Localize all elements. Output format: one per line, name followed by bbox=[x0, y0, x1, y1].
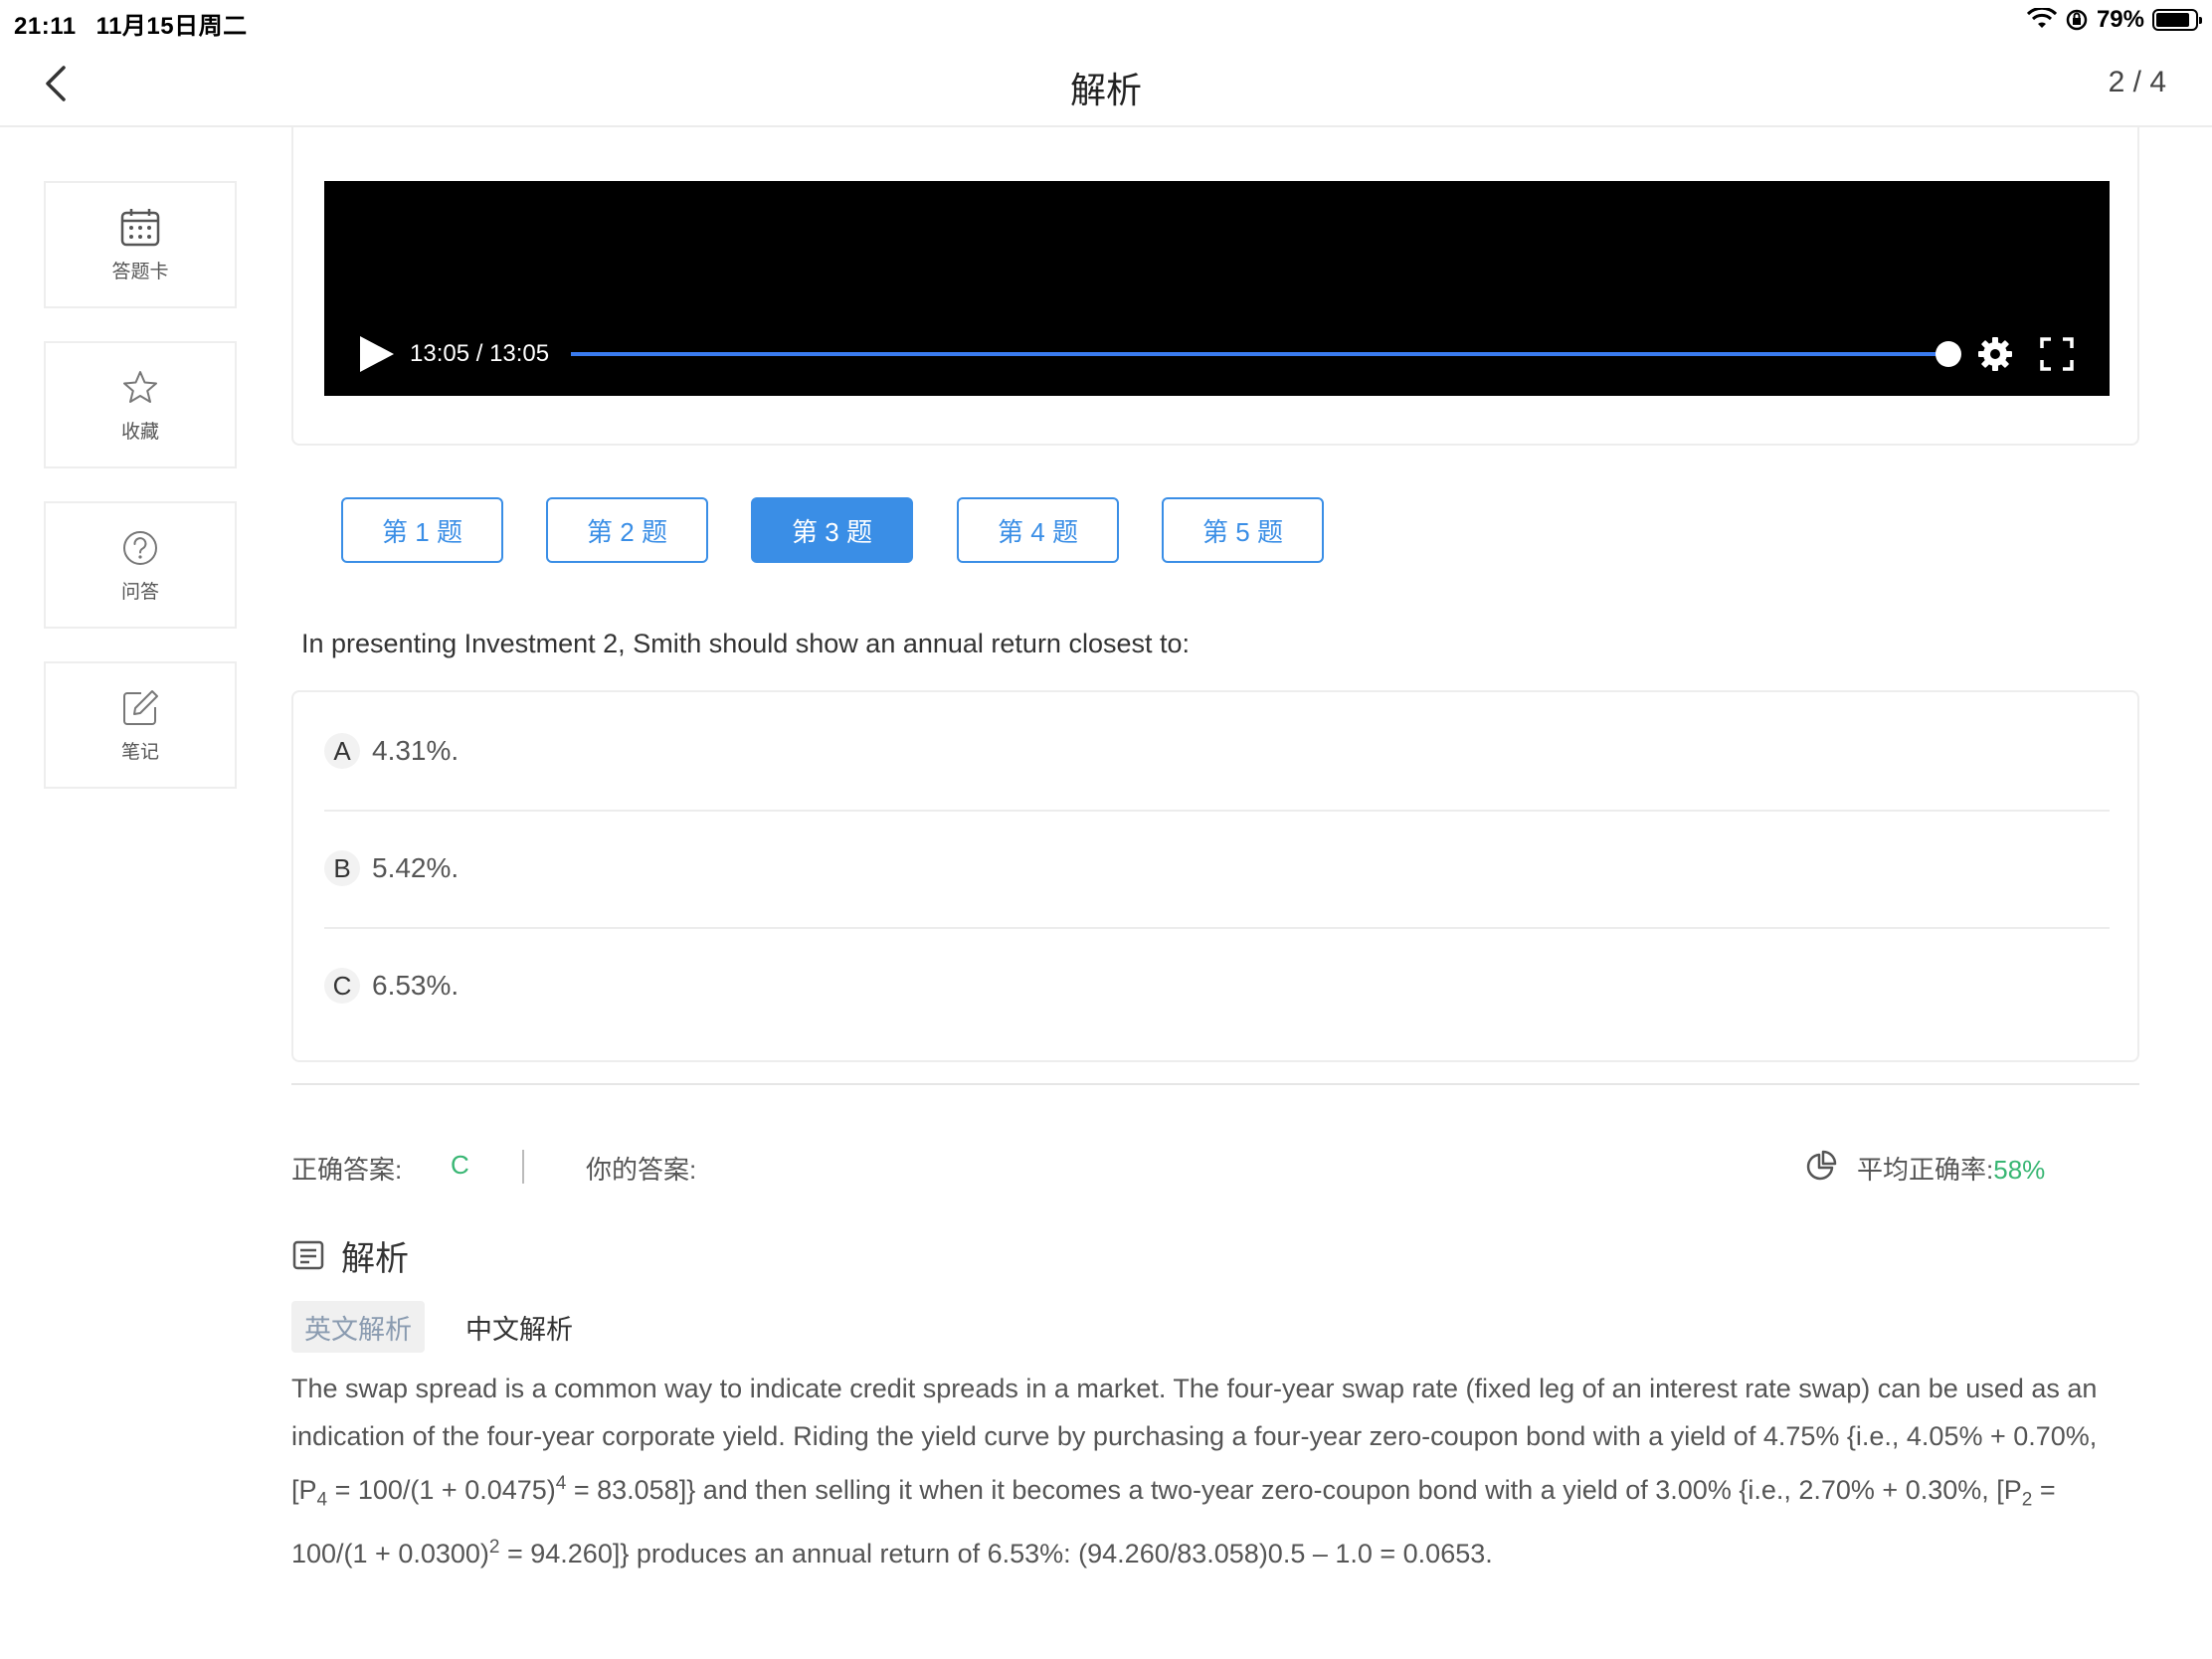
status-bar: 21:11 11月15日周二 79% bbox=[0, 0, 2212, 40]
sidebar-item-label: 收藏 bbox=[120, 421, 159, 443]
tab-question-3[interactable]: 第 3 题 bbox=[751, 497, 913, 563]
sidebar-item-label: 问答 bbox=[120, 581, 159, 603]
video-player[interactable]: 13:05 / 13:05 bbox=[324, 181, 2110, 396]
average-accuracy: 平均正确率:58% bbox=[1857, 1150, 2045, 1187]
video-time: 13:05 / 13:05 bbox=[410, 340, 550, 367]
average-accuracy-value: 58% bbox=[1993, 1155, 2046, 1185]
edit-note-icon bbox=[123, 689, 158, 725]
tab-question-4[interactable]: 第 4 题 bbox=[957, 497, 1119, 563]
status-time: 21:11 bbox=[14, 13, 77, 40]
tab-question-2[interactable]: 第 2 题 bbox=[546, 497, 708, 563]
tab-chinese-explanation[interactable]: 中文解析 bbox=[463, 1301, 575, 1353]
explanation-segment: = 94.260]} produces an annual return of … bbox=[499, 1539, 1493, 1569]
correct-answer-value: C bbox=[451, 1150, 469, 1180]
explanation-superscript: 2 bbox=[488, 1537, 500, 1559]
nav-bar: 解析 2 / 4 bbox=[0, 40, 2212, 127]
option-text: 5.42%. bbox=[372, 852, 460, 883]
option-letter: B bbox=[324, 850, 360, 886]
option-letter: C bbox=[324, 968, 360, 1004]
wifi-icon bbox=[2026, 8, 2057, 28]
sidebar-item-label: 笔记 bbox=[120, 741, 159, 763]
option-text: 4.31%. bbox=[372, 735, 460, 766]
option-c[interactable]: C 6.53%. bbox=[324, 927, 2110, 1044]
sidebar-item-notes[interactable]: 笔记 bbox=[44, 661, 237, 789]
explanation-segment: = 83.058]} and then selling it when it b… bbox=[566, 1475, 2022, 1505]
question-text: In presenting Investment 2, Smith should… bbox=[301, 629, 1191, 658]
explanation-superscript: 4 bbox=[555, 1473, 567, 1494]
battery-icon bbox=[2152, 9, 2202, 31]
option-text: 6.53%. bbox=[372, 970, 460, 1001]
options-card: A 4.31%. B 5.42%. C 6.53%. bbox=[291, 690, 2139, 1062]
option-letter: A bbox=[324, 733, 360, 769]
video-scrubber-handle[interactable] bbox=[1936, 341, 1961, 367]
document-icon bbox=[292, 1240, 324, 1270]
sidebar-item-label: 答题卡 bbox=[111, 261, 169, 282]
sidebar-item-favorite[interactable]: 收藏 bbox=[44, 341, 237, 468]
video-controls: 13:05 / 13:05 bbox=[324, 326, 2110, 382]
tab-question-1[interactable]: 第 1 题 bbox=[341, 497, 503, 563]
status-indicators: 79% bbox=[2026, 6, 2202, 34]
page-indicator: 2 / 4 bbox=[2108, 66, 2166, 98]
play-icon[interactable] bbox=[360, 336, 394, 372]
explanation-segment: = 100/(1 + 0.0475) bbox=[327, 1475, 556, 1505]
correct-answer-label: 正确答案: bbox=[291, 1155, 403, 1185]
section-divider bbox=[291, 1083, 2139, 1085]
explanation-text: The swap spread is a common way to indic… bbox=[291, 1365, 2131, 1577]
video-card: 13:05 / 13:05 bbox=[291, 127, 2139, 446]
star-icon bbox=[123, 370, 157, 403]
status-datetime: 21:11 11月15日周二 bbox=[14, 6, 268, 41]
answer-separator bbox=[522, 1150, 524, 1184]
sidebar-item-qa[interactable]: 问答 bbox=[44, 501, 237, 629]
sidebar-item-answer-card[interactable]: 答题卡 bbox=[44, 181, 237, 308]
option-b[interactable]: B 5.42%. bbox=[324, 810, 2110, 927]
explanation-subscript: 2 bbox=[2021, 1489, 2033, 1511]
battery-percent: 79% bbox=[2096, 6, 2144, 33]
explanation-header: 解析 bbox=[291, 1233, 409, 1278]
gear-icon[interactable] bbox=[1975, 334, 2015, 374]
tab-english-explanation[interactable]: 英文解析 bbox=[291, 1301, 425, 1353]
video-progress-bar[interactable] bbox=[571, 352, 1943, 356]
tab-question-5[interactable]: 第 5 题 bbox=[1162, 497, 1324, 563]
calendar-grid-icon bbox=[120, 208, 160, 246]
answer-summary: 正确答案: C 你的答案: 平均正确率:58% bbox=[291, 1146, 2139, 1186]
status-date: 11月15日周二 bbox=[95, 13, 248, 40]
rotation-lock-icon bbox=[2066, 9, 2088, 31]
pie-chart-icon bbox=[1806, 1150, 1837, 1181]
question-circle-icon bbox=[123, 530, 157, 565]
your-answer-label: 你的答案: bbox=[586, 1155, 697, 1185]
option-a[interactable]: A 4.31%. bbox=[324, 692, 2110, 810]
explanation-subscript: 4 bbox=[316, 1489, 328, 1511]
fullscreen-icon[interactable] bbox=[2039, 336, 2075, 372]
page-title: 解析 bbox=[1069, 70, 1142, 110]
average-accuracy-label: 平均正确率: bbox=[1857, 1155, 1994, 1185]
explanation-title: 解析 bbox=[341, 1239, 409, 1278]
